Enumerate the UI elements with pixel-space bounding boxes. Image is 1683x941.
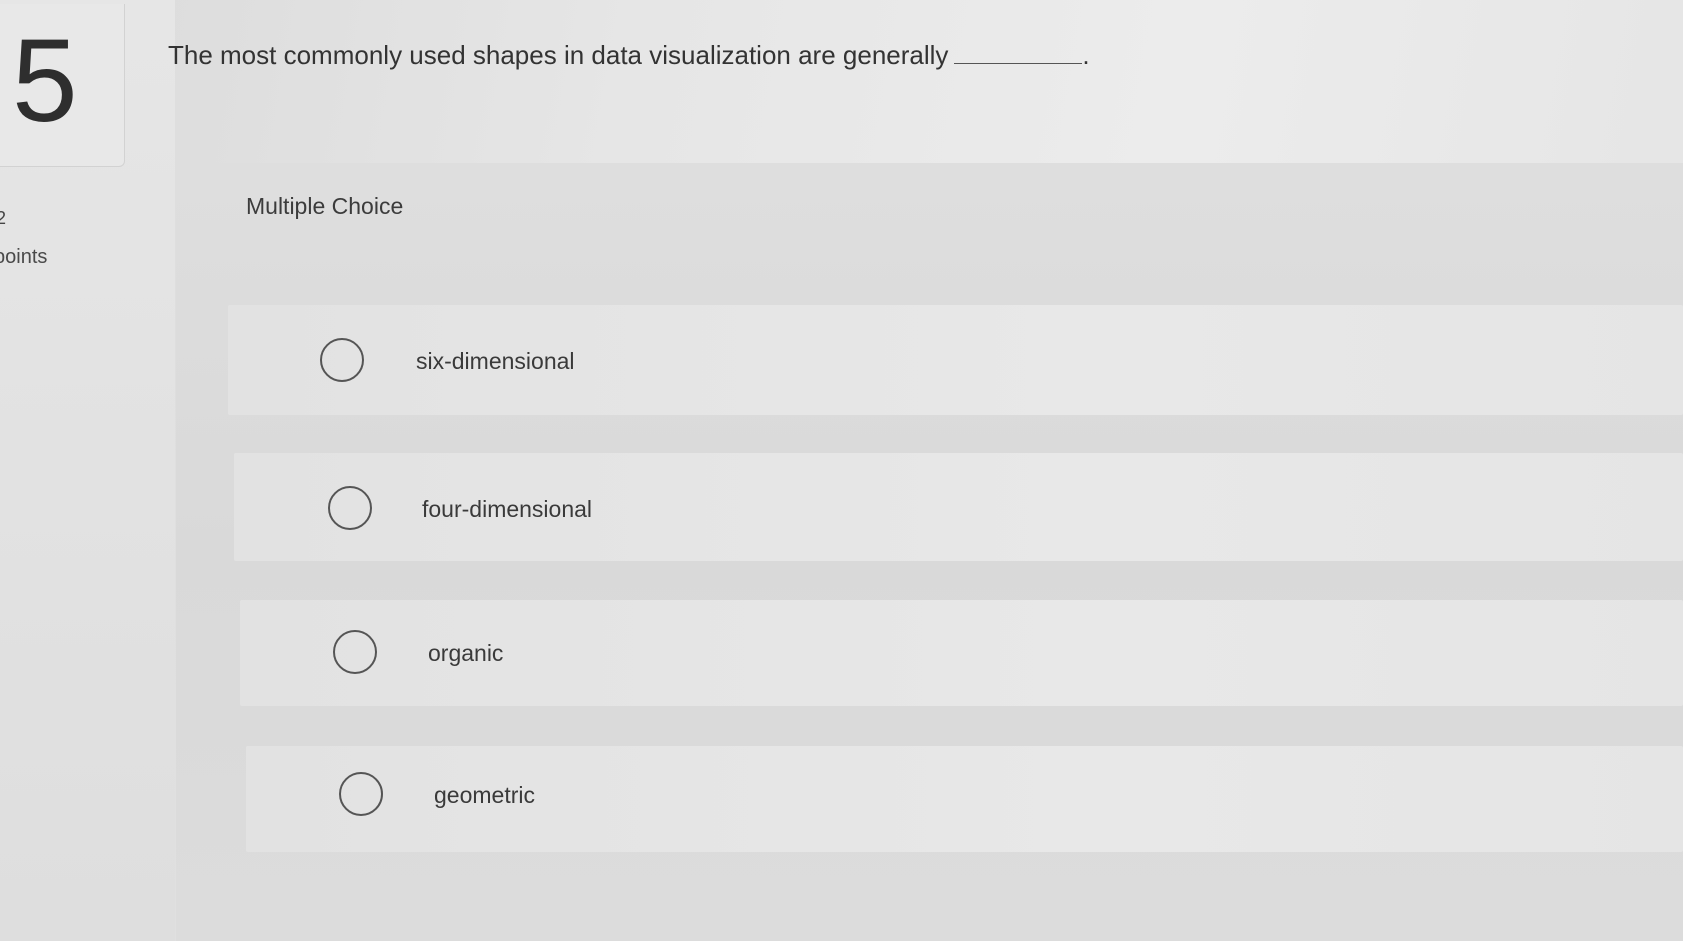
radio-button[interactable] bbox=[333, 630, 377, 674]
choice-label: organic bbox=[428, 640, 504, 666]
question-text: The most commonly used shapes in data vi… bbox=[168, 40, 949, 70]
choice-option-2[interactable]: four-dimensional bbox=[234, 453, 1683, 561]
choice-label: geometric bbox=[434, 782, 535, 808]
choice-option-4[interactable]: geometric bbox=[246, 746, 1683, 852]
question-number-box: 5 bbox=[0, 4, 125, 167]
question-text-row: The most commonly used shapes in data vi… bbox=[168, 40, 1090, 71]
points-label: points bbox=[0, 246, 48, 268]
question-sidebar: 5 2 points bbox=[0, 0, 175, 941]
question-suffix: . bbox=[1082, 40, 1090, 70]
choice-label: six-dimensional bbox=[416, 348, 575, 374]
choice-option-3[interactable]: organic bbox=[240, 600, 1683, 706]
answer-blank bbox=[954, 61, 1083, 64]
choice-label: four-dimensional bbox=[422, 496, 593, 522]
points-value: 2 bbox=[0, 208, 7, 228]
radio-button[interactable] bbox=[328, 486, 372, 530]
radio-button[interactable] bbox=[339, 772, 383, 816]
panel-title: Multiple Choice bbox=[246, 193, 404, 219]
multiple-choice-panel: Multiple Choice six-dimensional four-dim… bbox=[176, 163, 1683, 941]
choice-option-1[interactable]: six-dimensional bbox=[228, 305, 1683, 415]
question-number: 5 bbox=[12, 15, 78, 147]
radio-button[interactable] bbox=[320, 338, 364, 382]
